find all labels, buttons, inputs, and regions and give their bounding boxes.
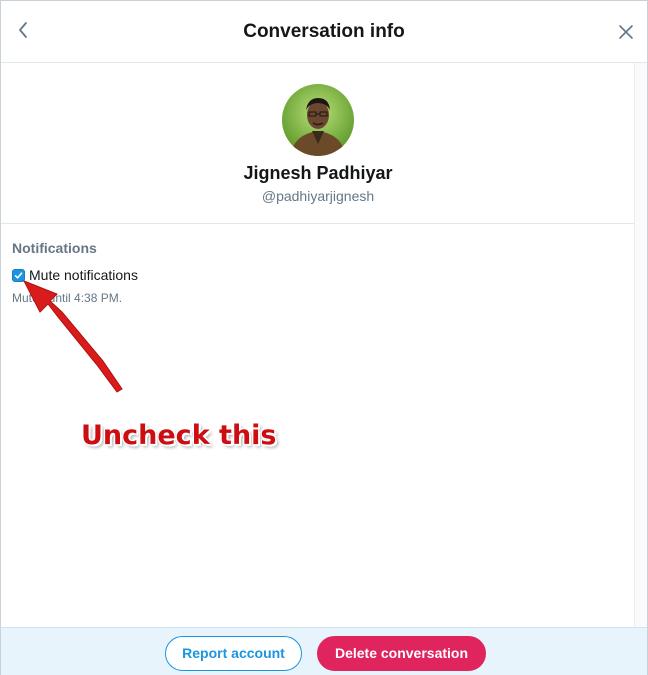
mute-notifications-label[interactable]: Mute notifications: [29, 267, 138, 283]
profile-section: Jignesh Padhiyar @padhiyarjignesh: [1, 63, 635, 224]
delete-conversation-button[interactable]: Delete conversation: [317, 636, 486, 671]
close-button[interactable]: [615, 21, 637, 43]
mute-checkbox[interactable]: [12, 268, 25, 282]
dialog-footer: Report account Delete conversation: [1, 627, 647, 675]
dialog-header: Conversation info: [1, 1, 647, 63]
profile-name[interactable]: Jignesh Padhiyar: [1, 163, 635, 184]
report-account-button[interactable]: Report account: [165, 636, 302, 671]
close-icon: [619, 25, 633, 39]
conversation-info-dialog: Conversation info Jignesh Padhiyar @padh…: [0, 0, 648, 675]
annotation-label: Uncheck this: [81, 420, 277, 451]
scrollbar[interactable]: [634, 63, 647, 627]
dialog-title: Conversation info: [243, 21, 405, 42]
notifications-heading: Notifications: [12, 240, 97, 256]
avatar-image: [282, 84, 354, 156]
dialog-content: Jignesh Padhiyar @padhiyarjignesh Notifi…: [1, 63, 635, 627]
mute-notifications-row[interactable]: Mute notifications: [12, 266, 138, 284]
profile-handle: @padhiyarjignesh: [261, 188, 375, 204]
checkmark-icon: [14, 271, 23, 279]
avatar[interactable]: [282, 84, 354, 156]
muted-until-text: Muted until 4:38 PM.: [12, 291, 123, 305]
